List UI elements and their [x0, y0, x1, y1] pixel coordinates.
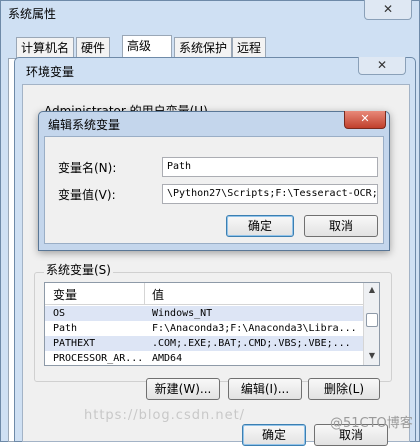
variable-value-label: 变量值(V): [58, 188, 116, 202]
edit-dialog-close-button[interactable]: ✕ [344, 111, 386, 129]
close-icon: ✕ [360, 112, 370, 125]
system-properties-title: 系统属性 [8, 7, 57, 21]
watermark-brand: @51CTO博客 [330, 416, 413, 431]
close-icon: ✕ [376, 58, 388, 72]
tab-computer-name[interactable]: 计算机名 [16, 37, 75, 59]
close-icon: ✕ [382, 2, 394, 16]
scroll-thumb[interactable] [366, 313, 378, 327]
row-variable-name: PROCESSOR_AR... [53, 353, 144, 364]
tab-hardware[interactable]: 硬件 [76, 37, 111, 59]
variable-name-label: 变量名(N): [58, 161, 117, 175]
list-vertical-scrollbar[interactable]: ▲ ▼ [363, 283, 379, 365]
row-variable-name: OS [53, 308, 66, 319]
row-variable-name: Path [53, 323, 78, 334]
table-row[interactable]: PROCESSOR_AR... AMD64 [45, 351, 363, 365]
list-header: 变量 值 [45, 283, 363, 305]
ok-button[interactable]: 确定 [242, 424, 306, 446]
row-variable-value: F:\Anaconda3;F:\Anaconda3\Libra... [152, 323, 357, 334]
scroll-down-arrow-icon[interactable]: ▼ [364, 349, 379, 363]
environment-variables-title: 环境变量 [26, 65, 75, 79]
row-variable-value: AMD64 [152, 353, 183, 364]
row-variable-value: .COM;.EXE;.BAT;.CMD;.VBS;.VBE;... [152, 338, 351, 349]
system-variables-list[interactable]: 变量 值 OS Windows_NT Path F:\Anaconda3;F:\… [44, 282, 380, 366]
variable-name-input[interactable]: Path [162, 157, 378, 177]
column-header-value[interactable]: 值 [152, 286, 164, 303]
tab-system-protection[interactable]: 系统保护 [174, 37, 233, 59]
column-divider[interactable] [144, 283, 145, 305]
edit-system-variable-title: 编辑系统变量 [48, 118, 121, 132]
row-variable-name: PATHEXT [53, 338, 96, 349]
scroll-up-arrow-icon[interactable]: ▲ [364, 283, 379, 297]
system-variables-group-label: 系统变量(S) [44, 261, 113, 278]
table-row[interactable]: PATHEXT .COM;.EXE;.BAT;.CMD;.VBS;.VBE;..… [45, 336, 363, 351]
watermark-url: https://blog.csdn.net/ [84, 408, 246, 423]
table-row[interactable]: OS Windows_NT [45, 306, 363, 321]
environment-variables-close-button[interactable]: ✕ [358, 57, 406, 75]
edit-dialog-cancel-button[interactable]: 取消 [304, 215, 378, 237]
delete-variable-button[interactable]: 删除(L) [308, 378, 380, 400]
table-row[interactable]: Path F:\Anaconda3;F:\Anaconda3\Libra... [45, 321, 363, 336]
system-properties-close-button[interactable]: ✕ [364, 0, 412, 20]
variable-value-input[interactable]: \Python27\Scripts;F:\Tesseract-OCR; [162, 184, 378, 204]
edit-dialog-ok-button[interactable]: 确定 [226, 215, 294, 237]
edit-variable-button[interactable]: 编辑(I)... [228, 378, 302, 400]
row-variable-value: Windows_NT [152, 308, 213, 319]
tab-remote[interactable]: 远程 [232, 37, 267, 59]
column-header-variable[interactable]: 变量 [53, 286, 77, 303]
new-variable-button[interactable]: 新建(W)... [146, 378, 220, 400]
